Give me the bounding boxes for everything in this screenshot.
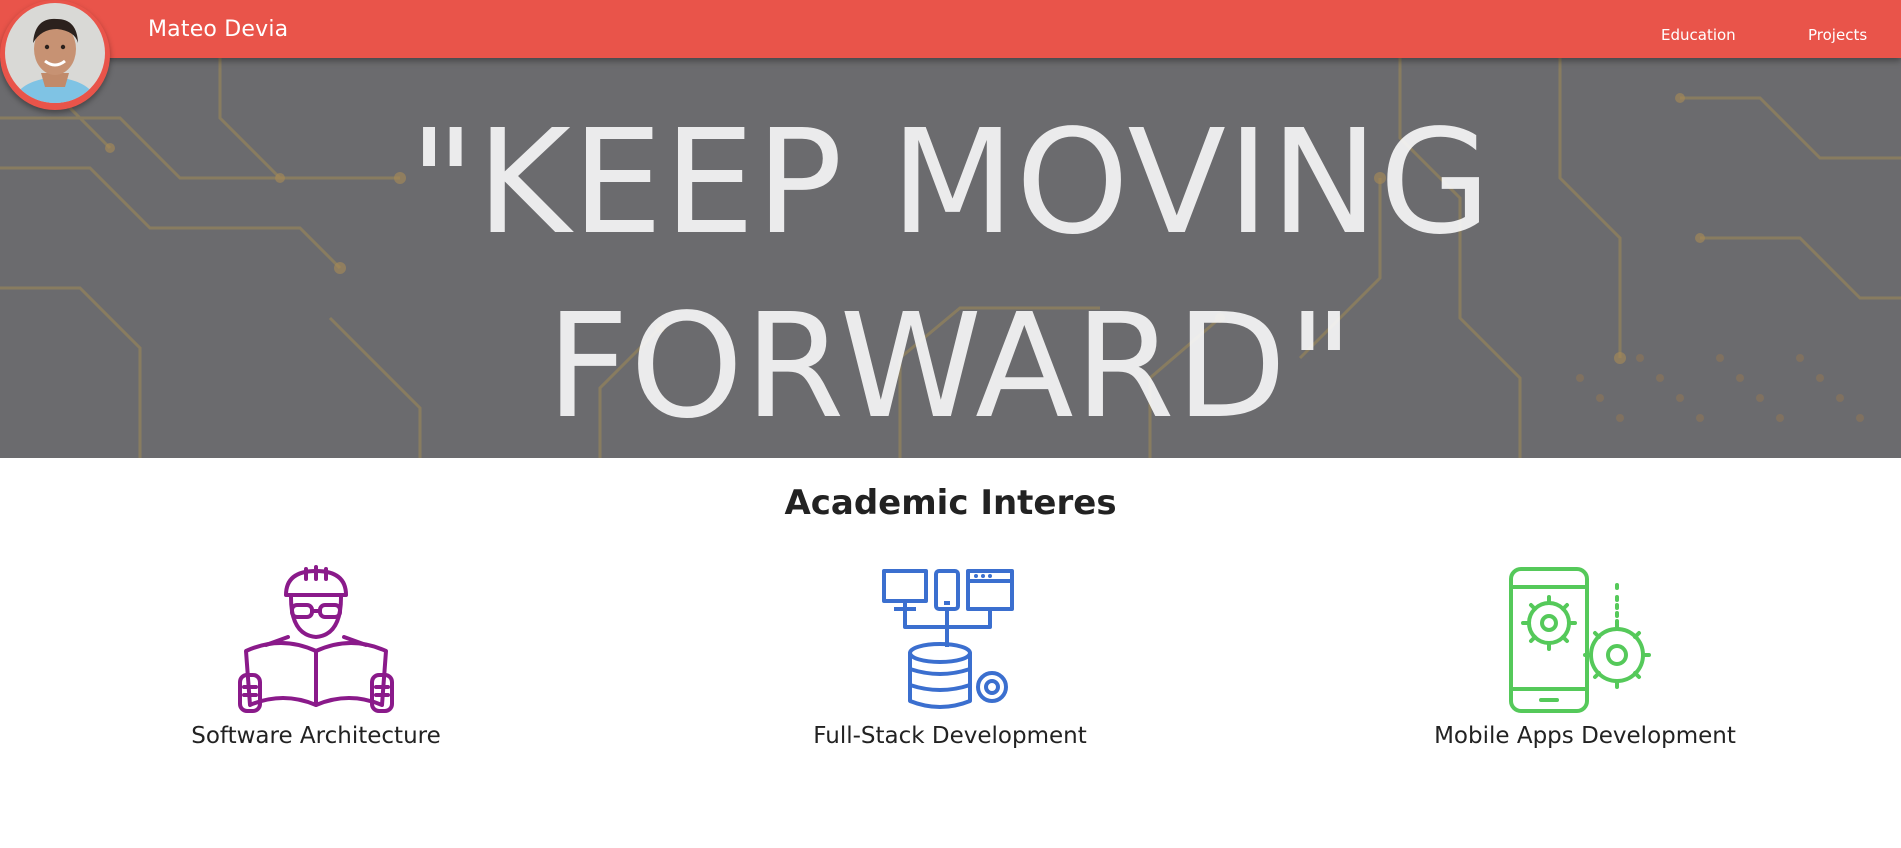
top-navbar: Mateo Devia Education Projects [0,0,1901,58]
engineer-blueprint-icon [238,565,394,713]
nav-link-education[interactable]: Education [1661,26,1736,44]
nav-link-projects[interactable]: Projects [1808,26,1867,44]
devices-database-icon [882,569,1014,709]
avatar-photo [5,3,105,103]
interest-card-software-architecture: Software Architecture [106,565,526,749]
hero-banner: "KEEP MOVING FORWARD" [0,58,1901,458]
interest-card-full-stack: Full-Stack Development [740,565,1160,749]
interest-label: Mobile Apps Development [1434,723,1736,749]
mobile-gears-icon [1509,567,1651,713]
interest-label: Full-Stack Development [813,723,1087,749]
hero-quote: "KEEP MOVING FORWARD" [0,90,1901,458]
brand-name[interactable]: Mateo Devia [148,17,288,42]
profile-avatar[interactable] [0,0,110,110]
hero-quote-line-2: FORWARD" [546,282,1355,450]
hero-quote-line-1: "KEEP MOVING [409,98,1492,266]
interest-label: Software Architecture [191,723,441,749]
academic-section-title: Academic Interes [784,483,1117,523]
interest-card-mobile-apps: Mobile Apps Development [1375,565,1795,749]
